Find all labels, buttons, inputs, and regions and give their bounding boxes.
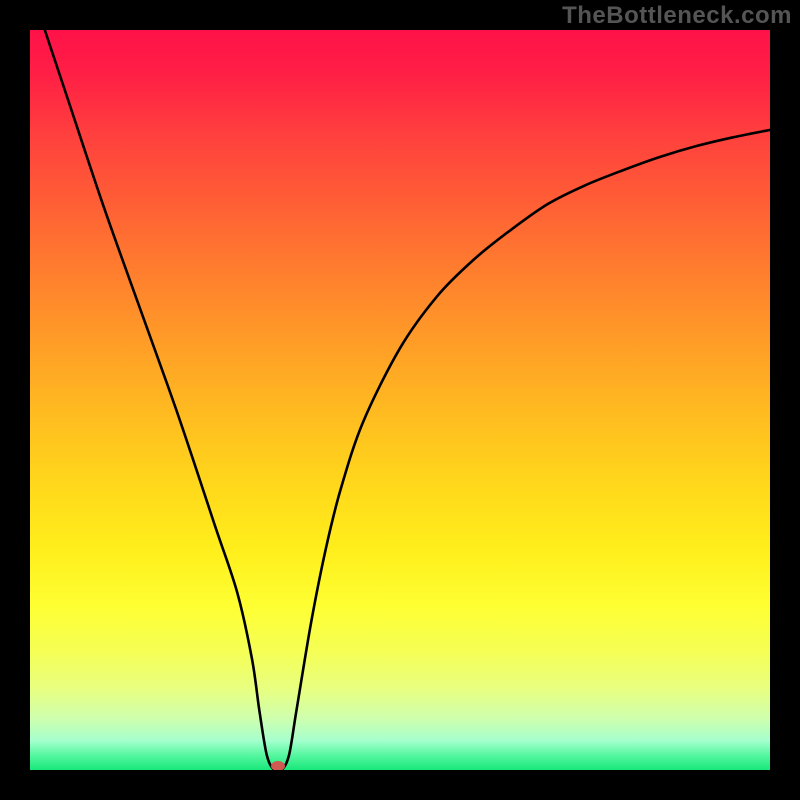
bottleneck-curve bbox=[45, 30, 770, 770]
plot-area bbox=[30, 30, 770, 770]
curve-svg bbox=[30, 30, 770, 770]
watermark-text: TheBottleneck.com bbox=[562, 2, 792, 30]
minimum-marker bbox=[271, 761, 285, 770]
chart-frame: TheBottleneck.com bbox=[0, 0, 800, 800]
